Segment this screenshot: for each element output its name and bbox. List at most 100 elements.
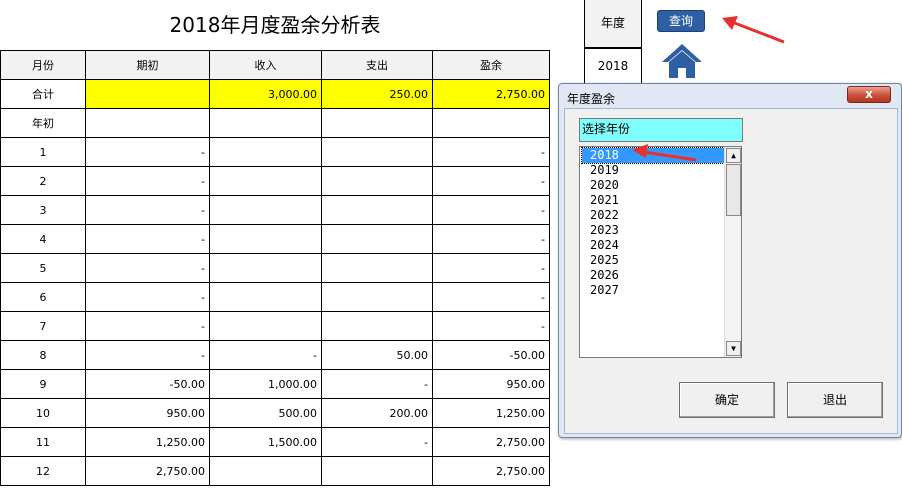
surplus-cell[interactable]: 2,750.00 xyxy=(432,427,550,457)
total-income[interactable]: 3,000.00 xyxy=(209,79,322,109)
month-cell[interactable]: 8 xyxy=(0,340,86,370)
table-row: 5 - - xyxy=(0,253,550,283)
income-cell[interactable] xyxy=(209,137,322,167)
home-icon[interactable] xyxy=(660,42,704,80)
header-income[interactable]: 收入 xyxy=(209,50,322,80)
close-button[interactable]: x xyxy=(847,86,891,103)
expense-cell[interactable] xyxy=(321,456,433,486)
expense-cell[interactable] xyxy=(321,224,433,254)
expense-cell[interactable] xyxy=(321,253,433,283)
surplus-cell[interactable]: 2,750.00 xyxy=(432,456,550,486)
surplus-cell[interactable]: -50.00 xyxy=(432,340,550,370)
total-surplus[interactable]: 2,750.00 xyxy=(432,79,550,109)
opening-cell[interactable]: - xyxy=(85,340,210,370)
month-cell[interactable]: 11 xyxy=(0,427,86,457)
header-surplus[interactable]: 盈余 xyxy=(432,50,550,80)
opening-cell[interactable]: 1,250.00 xyxy=(85,427,210,457)
table-row: 1 - - xyxy=(0,137,550,167)
year-start-income[interactable] xyxy=(209,108,322,138)
list-item[interactable]: 2027 xyxy=(582,283,724,298)
year-start-surplus[interactable] xyxy=(432,108,550,138)
month-cell[interactable]: 10 xyxy=(0,398,86,428)
surplus-cell[interactable]: - xyxy=(432,253,550,283)
list-item[interactable]: 2019 xyxy=(582,163,724,178)
opening-cell[interactable]: - xyxy=(85,166,210,196)
surplus-cell[interactable]: 950.00 xyxy=(432,369,550,399)
opening-cell[interactable]: -50.00 xyxy=(85,369,210,399)
year-value-cell[interactable]: 2018 xyxy=(584,48,642,84)
expense-cell[interactable]: 50.00 xyxy=(321,340,433,370)
expense-cell[interactable] xyxy=(321,282,433,312)
month-cell[interactable]: 1 xyxy=(0,137,86,167)
query-button[interactable]: 查询 xyxy=(657,10,705,32)
total-expense[interactable]: 250.00 xyxy=(321,79,433,109)
list-item[interactable]: 2025 xyxy=(582,253,724,268)
expense-cell[interactable] xyxy=(321,311,433,341)
expense-cell[interactable]: - xyxy=(321,369,433,399)
year-start-label[interactable]: 年初 xyxy=(0,108,86,138)
scroll-down-icon[interactable]: ▼ xyxy=(726,341,741,356)
table-row: 7 - - xyxy=(0,311,550,341)
surplus-cell[interactable]: - xyxy=(432,137,550,167)
income-cell[interactable] xyxy=(209,456,322,486)
month-cell[interactable]: 4 xyxy=(0,224,86,254)
expense-cell[interactable]: 200.00 xyxy=(321,398,433,428)
choose-year-label: 选择年份 xyxy=(579,118,743,142)
month-cell[interactable]: 3 xyxy=(0,195,86,225)
surplus-cell[interactable]: - xyxy=(432,311,550,341)
table-row: 9 -50.00 1,000.00 - 950.00 xyxy=(0,369,550,399)
total-label[interactable]: 合计 xyxy=(0,79,86,109)
income-cell[interactable]: - xyxy=(209,340,322,370)
income-cell[interactable]: 1,000.00 xyxy=(209,369,322,399)
exit-button[interactable]: 退出 xyxy=(787,382,883,418)
ok-button[interactable]: 确定 xyxy=(679,382,775,418)
income-cell[interactable] xyxy=(209,195,322,225)
year-start-opening[interactable] xyxy=(85,108,210,138)
opening-cell[interactable]: - xyxy=(85,137,210,167)
surplus-cell[interactable]: - xyxy=(432,195,550,225)
month-cell[interactable]: 2 xyxy=(0,166,86,196)
month-cell[interactable]: 9 xyxy=(0,369,86,399)
opening-cell[interactable]: 2,750.00 xyxy=(85,456,210,486)
income-cell[interactable] xyxy=(209,224,322,254)
expense-cell[interactable] xyxy=(321,195,433,225)
opening-cell[interactable]: - xyxy=(85,224,210,254)
income-cell[interactable]: 1,500.00 xyxy=(209,427,322,457)
income-cell[interactable]: 500.00 xyxy=(209,398,322,428)
list-item[interactable]: 2023 xyxy=(582,223,724,238)
opening-cell[interactable]: - xyxy=(85,311,210,341)
list-item[interactable]: 2021 xyxy=(582,193,724,208)
surplus-cell[interactable]: - xyxy=(432,166,550,196)
opening-cell[interactable]: - xyxy=(85,195,210,225)
header-opening[interactable]: 期初 xyxy=(85,50,210,80)
expense-cell[interactable]: - xyxy=(321,427,433,457)
income-cell[interactable] xyxy=(209,166,322,196)
list-scrollbar[interactable]: ▲ ▼ xyxy=(724,147,741,357)
list-item[interactable]: 2024 xyxy=(582,238,724,253)
surplus-cell[interactable]: - xyxy=(432,282,550,312)
opening-cell[interactable]: - xyxy=(85,282,210,312)
list-item[interactable]: 2020 xyxy=(582,178,724,193)
scroll-up-icon[interactable]: ▲ xyxy=(726,148,741,163)
list-item[interactable]: 2022 xyxy=(582,208,724,223)
income-cell[interactable] xyxy=(209,311,322,341)
list-item[interactable]: 2026 xyxy=(582,268,724,283)
year-start-expense[interactable] xyxy=(321,108,433,138)
month-cell[interactable]: 7 xyxy=(0,311,86,341)
expense-cell[interactable] xyxy=(321,166,433,196)
header-expense[interactable]: 支出 xyxy=(321,50,433,80)
surplus-cell[interactable]: 1,250.00 xyxy=(432,398,550,428)
income-cell[interactable] xyxy=(209,253,322,283)
opening-cell[interactable]: - xyxy=(85,253,210,283)
total-opening[interactable] xyxy=(85,79,210,109)
expense-cell[interactable] xyxy=(321,137,433,167)
scroll-thumb[interactable] xyxy=(726,164,741,216)
month-cell[interactable]: 12 xyxy=(0,456,86,486)
surplus-cell[interactable]: - xyxy=(432,224,550,254)
opening-cell[interactable]: 950.00 xyxy=(85,398,210,428)
year-listbox[interactable]: 2018 2019 2020 2021 2022 2023 2024 2025 … xyxy=(579,146,742,358)
month-cell[interactable]: 5 xyxy=(0,253,86,283)
income-cell[interactable] xyxy=(209,282,322,312)
header-month[interactable]: 月份 xyxy=(0,50,86,80)
month-cell[interactable]: 6 xyxy=(0,282,86,312)
